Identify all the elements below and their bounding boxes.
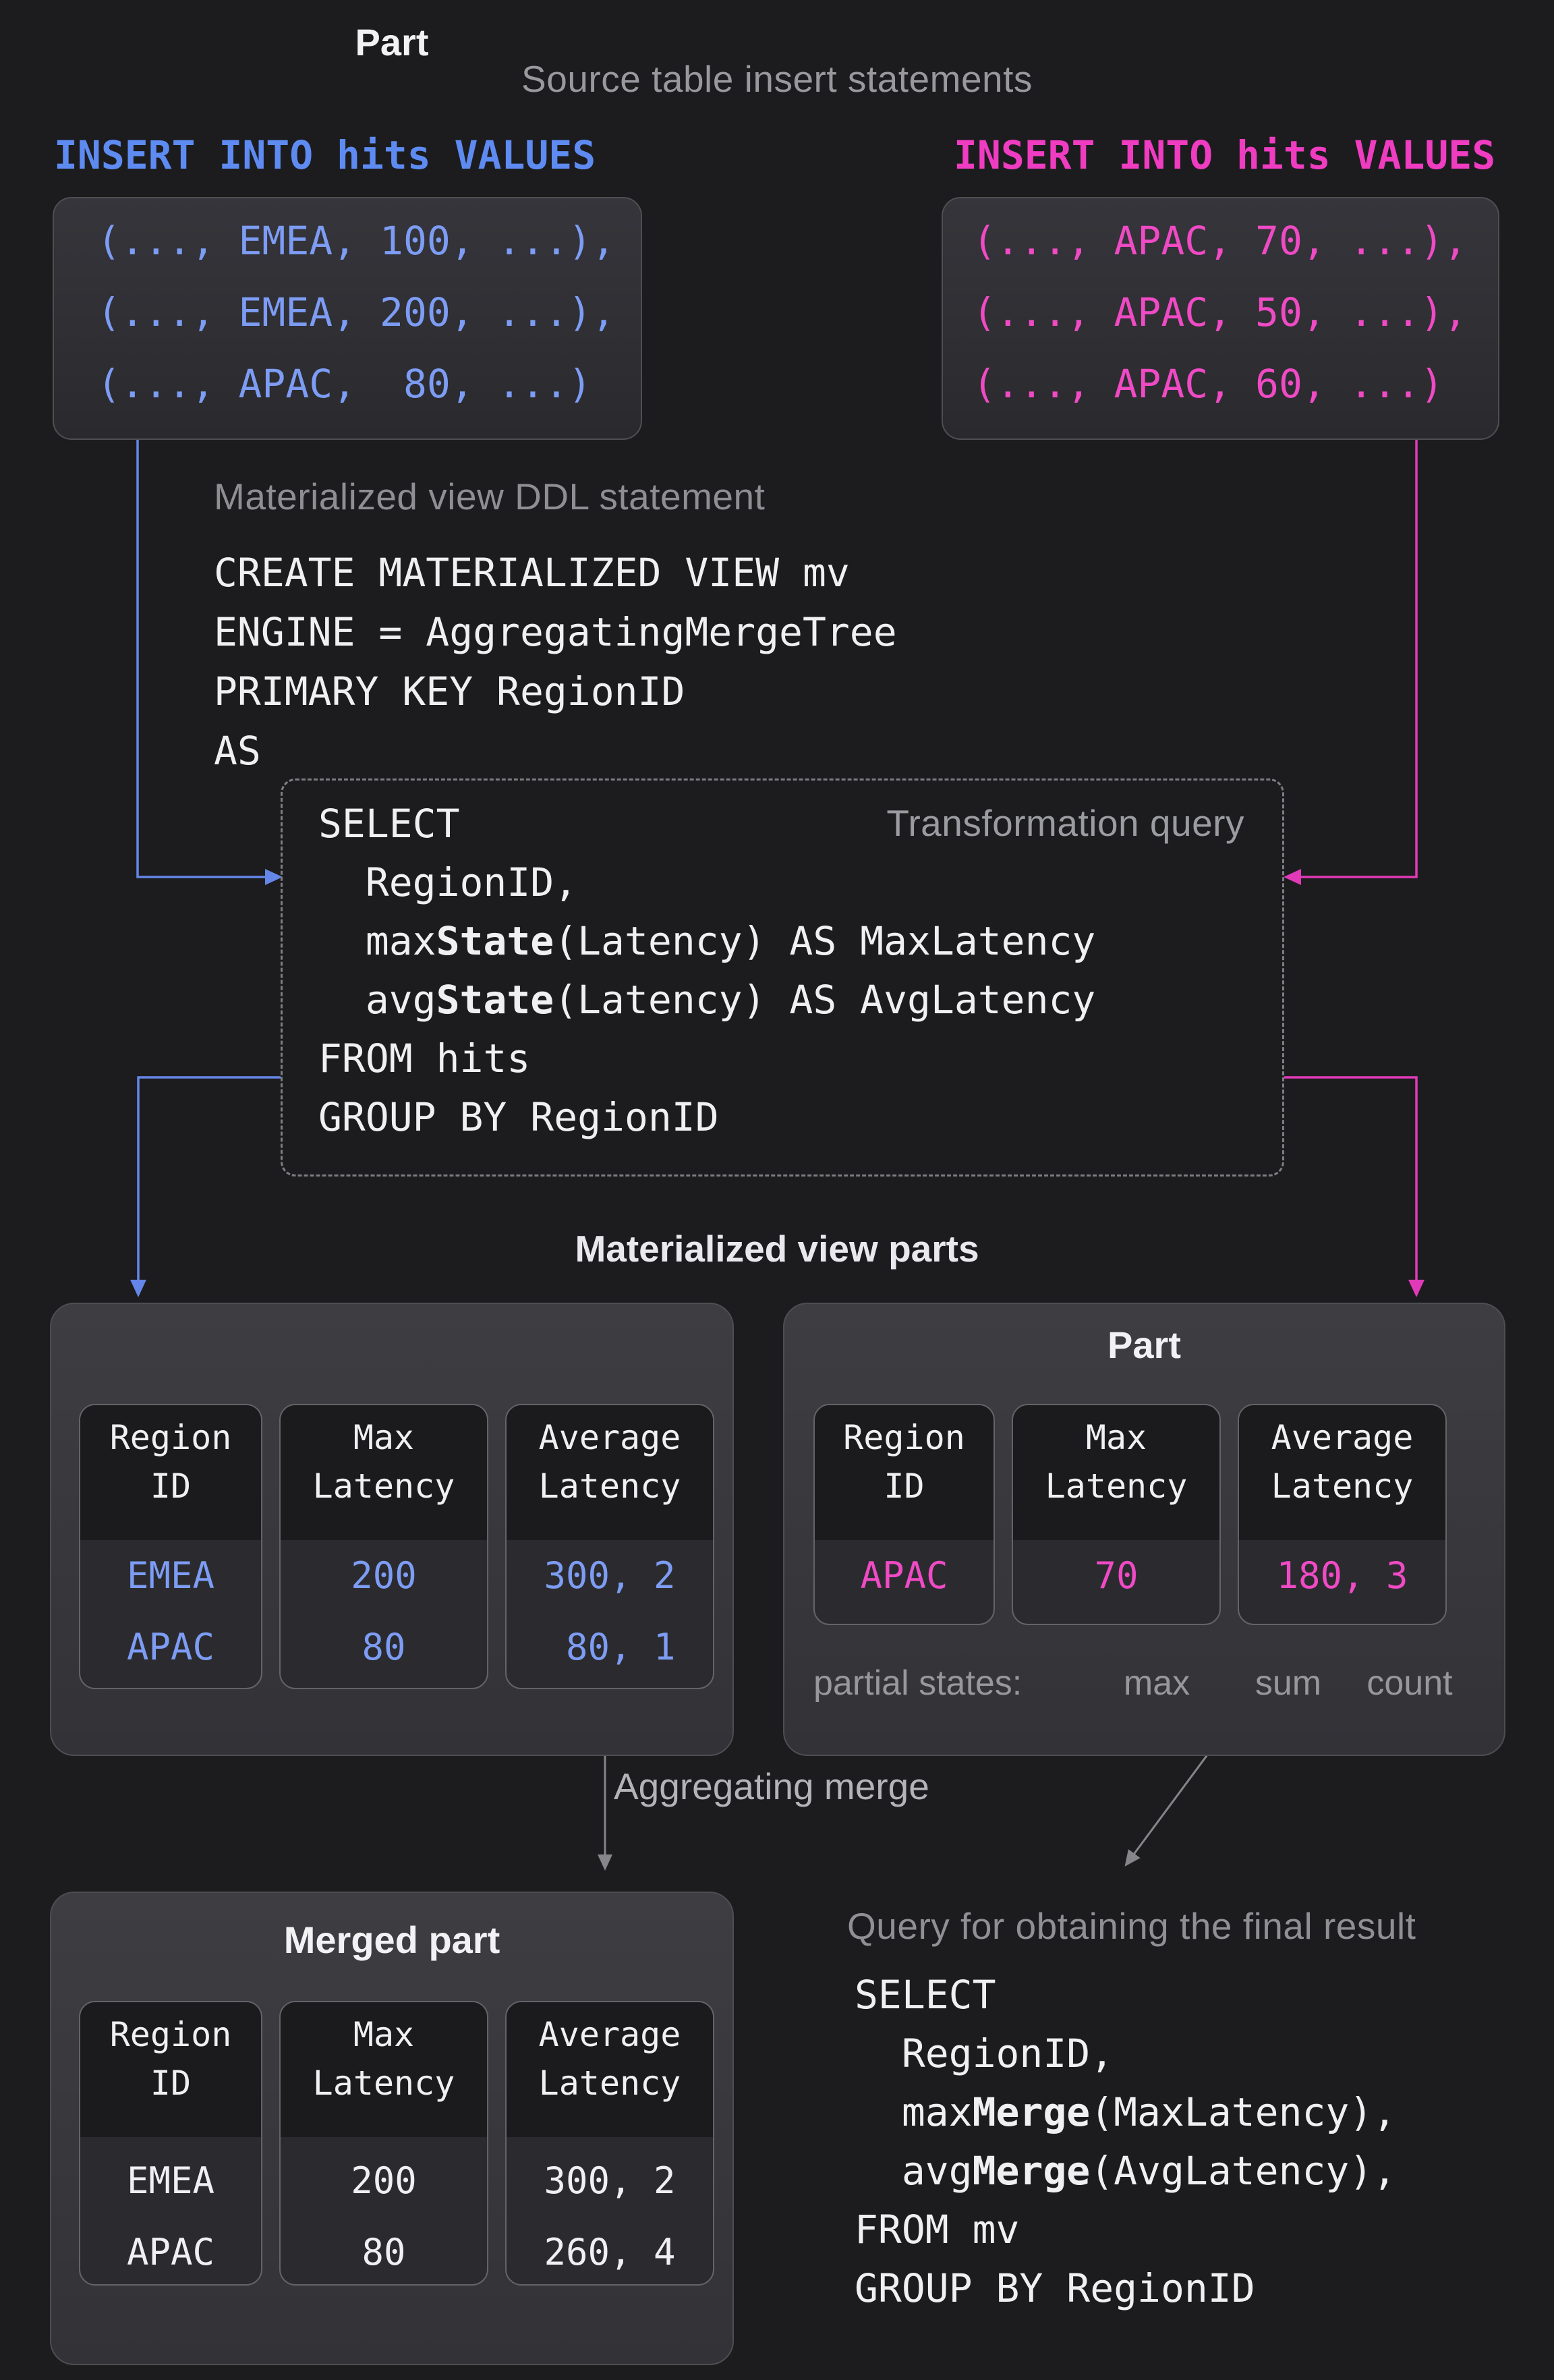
magenta-arrow-insert-to-query <box>1299 437 1416 877</box>
partial-states-label: partial states: <box>813 1666 1022 1701</box>
part-right-col-avg: Average Latency 180, 3 <box>1238 1404 1447 1625</box>
ddl-label: Materialized view DDL statement <box>214 475 765 518</box>
insert-left-rows: (..., EMEA, 100, ...),(..., EMEA, 200, .… <box>54 198 641 420</box>
column-header: Region ID <box>815 1405 994 1540</box>
merged-col-region: Region ID EMEA APAC <box>79 2001 262 2286</box>
part-left-col-max: Max Latency 200 80 <box>279 1404 488 1689</box>
merge-arrow-right <box>1133 1754 1208 1855</box>
cell-value: EMEA <box>80 1540 261 1612</box>
transformation-query-code: SELECT RegionID, maxState(Latency) AS Ma… <box>318 795 1095 1147</box>
part-right-title: Part <box>784 1326 1504 1364</box>
part-right-col-max: Max Latency 70 <box>1012 1404 1221 1625</box>
cell-value: 80, 1 <box>507 1612 713 1683</box>
cell-value: 260, 4 <box>507 2217 713 2286</box>
cell-value: 80 <box>281 2217 487 2286</box>
insert-right-rows: (..., APAC, 70, ...),(..., APAC, 50, ...… <box>943 198 1498 420</box>
part-left-col-region: Region ID EMEA APAC <box>79 1404 262 1689</box>
column-header: Max Latency <box>281 1405 487 1540</box>
cell-value: APAC <box>80 1612 261 1683</box>
part-left-title: Part <box>51 24 732 61</box>
column-header: Region ID <box>80 1405 261 1540</box>
aggregating-merge-label: Aggregating merge <box>614 1768 929 1805</box>
part-right-col-region: Region ID APAC <box>813 1404 995 1625</box>
diagram-canvas: Source table insert statements INSERT IN… <box>0 0 1554 2380</box>
insert-right-header: INSERT INTO hits VALUES <box>954 136 1495 175</box>
merged-col-avg: Average Latency 300, 2 260, 4 <box>505 2001 714 2286</box>
column-header: Max Latency <box>281 2002 487 2137</box>
final-query-label: Query for obtaining the final result <box>847 1904 1416 1948</box>
merged-part-title: Merged part <box>51 1921 732 1959</box>
column-header: Average Latency <box>507 2002 713 2137</box>
cell-value: APAC <box>815 1540 994 1612</box>
cell-value: 180, 3 <box>1239 1540 1445 1612</box>
ddl-code: CREATE MATERIALIZED VIEW mvENGINE = Aggr… <box>214 543 897 781</box>
column-header: Average Latency <box>1239 1405 1445 1540</box>
column-header: Max Latency <box>1013 1405 1219 1540</box>
cell-value: EMEA <box>80 2145 261 2217</box>
cell-value: 300, 2 <box>507 2145 713 2217</box>
column-header: Average Latency <box>507 1405 713 1540</box>
cell-value: 80 <box>281 1612 487 1683</box>
cell-value: 300, 2 <box>507 1540 713 1612</box>
parts-heading: Materialized view parts <box>0 1227 1554 1270</box>
insert-left-header: INSERT INTO hits VALUES <box>54 136 596 175</box>
partial-state-tag-sum: sum <box>1255 1666 1321 1701</box>
final-query-code: SELECT RegionID, maxMerge(MaxLatency), a… <box>855 1966 1396 2318</box>
cell-value: 200 <box>281 1540 487 1612</box>
part-left-col-avg: Average Latency 300, 2 80, 1 <box>505 1404 714 1689</box>
cell-value: APAC <box>80 2217 261 2286</box>
page-title: Source table insert statements <box>0 57 1554 101</box>
column-header: Region ID <box>80 2002 261 2137</box>
insert-right-box: (..., APAC, 70, ...),(..., APAC, 50, ...… <box>942 197 1499 440</box>
partial-state-tag-max: max <box>1124 1666 1190 1701</box>
partial-state-tag-count: count <box>1366 1666 1452 1701</box>
cell-value: 70 <box>1013 1540 1219 1612</box>
cell-value: 200 <box>281 2145 487 2217</box>
merged-col-max: Max Latency 200 80 <box>279 2001 488 2286</box>
insert-left-box: (..., EMEA, 100, ...),(..., EMEA, 200, .… <box>53 197 642 440</box>
